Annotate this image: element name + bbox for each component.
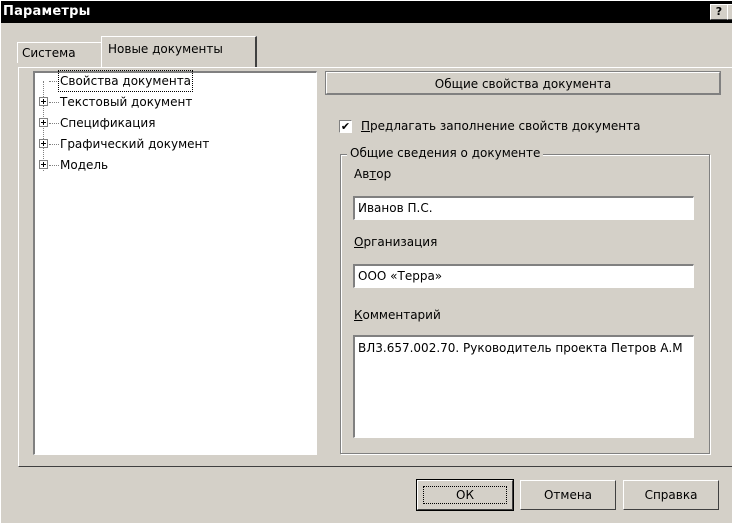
- expand-plus-icon[interactable]: [39, 97, 48, 106]
- hotkey-char: К: [354, 308, 363, 322]
- tree-connector: [49, 81, 59, 82]
- tree-connector: [49, 165, 59, 166]
- help-button[interactable]: Справка: [623, 480, 719, 510]
- tree-item-label: Графический документ: [60, 137, 210, 151]
- organization-label: Организация: [354, 235, 437, 249]
- tab-new-documents[interactable]: Новые документы: [101, 36, 257, 67]
- comment-field[interactable]: ВЛ3.657.002.70. Руководитель проекта Пет…: [353, 335, 694, 438]
- expand-plus-icon[interactable]: [39, 139, 48, 148]
- settings-tree[interactable]: Свойства документа Текстовый документ Сп…: [33, 70, 317, 455]
- ok-button[interactable]: ОК: [416, 479, 514, 511]
- expand-plus-icon[interactable]: [39, 160, 48, 169]
- tree-connector: [49, 102, 59, 103]
- group-legend: Общие сведения о документе: [347, 146, 544, 160]
- organization-field[interactable]: ООО «Терра»: [353, 264, 694, 288]
- hotkey-char: П: [361, 119, 371, 133]
- author-label: Автор: [354, 167, 391, 181]
- author-field[interactable]: Иванов П.С.: [353, 196, 694, 220]
- ok-button-label: ОК: [456, 488, 474, 502]
- tree-item-label: Текстовый документ: [60, 95, 193, 109]
- help-icon[interactable]: ?: [710, 4, 728, 20]
- tree-connector: [49, 144, 59, 145]
- suggest-fill-label[interactable]: Предлагать заполнение свойств документа: [361, 119, 640, 133]
- label-text: редлагать заполнение свойств документа: [370, 119, 641, 133]
- tree-item-label: Модель: [60, 158, 109, 172]
- tab-system[interactable]: Система: [17, 42, 105, 63]
- comment-label: Комментарий: [354, 308, 441, 322]
- label-text: ор: [376, 167, 392, 181]
- section-header: Общие свойства документа: [325, 71, 721, 95]
- label-text: рганизация: [363, 235, 438, 249]
- expand-plus-icon[interactable]: [39, 118, 48, 127]
- tree-item-label: Спецификация: [60, 116, 156, 130]
- cancel-button[interactable]: Отмена: [520, 480, 616, 510]
- title-bar[interactable]: Параметры ? ✕: [1, 1, 732, 23]
- suggest-fill-checkbox[interactable]: ✔: [339, 120, 352, 133]
- window-title: Параметры: [3, 4, 91, 19]
- parameters-dialog: Параметры ? ✕ Система Новые документы Св…: [0, 0, 732, 523]
- label-text: Ав: [354, 167, 370, 181]
- close-icon[interactable]: ✕: [727, 4, 732, 20]
- label-text: омментарий: [362, 308, 441, 322]
- tree-connector: [49, 123, 59, 124]
- tree-item-label: Свойства документа: [57, 70, 194, 92]
